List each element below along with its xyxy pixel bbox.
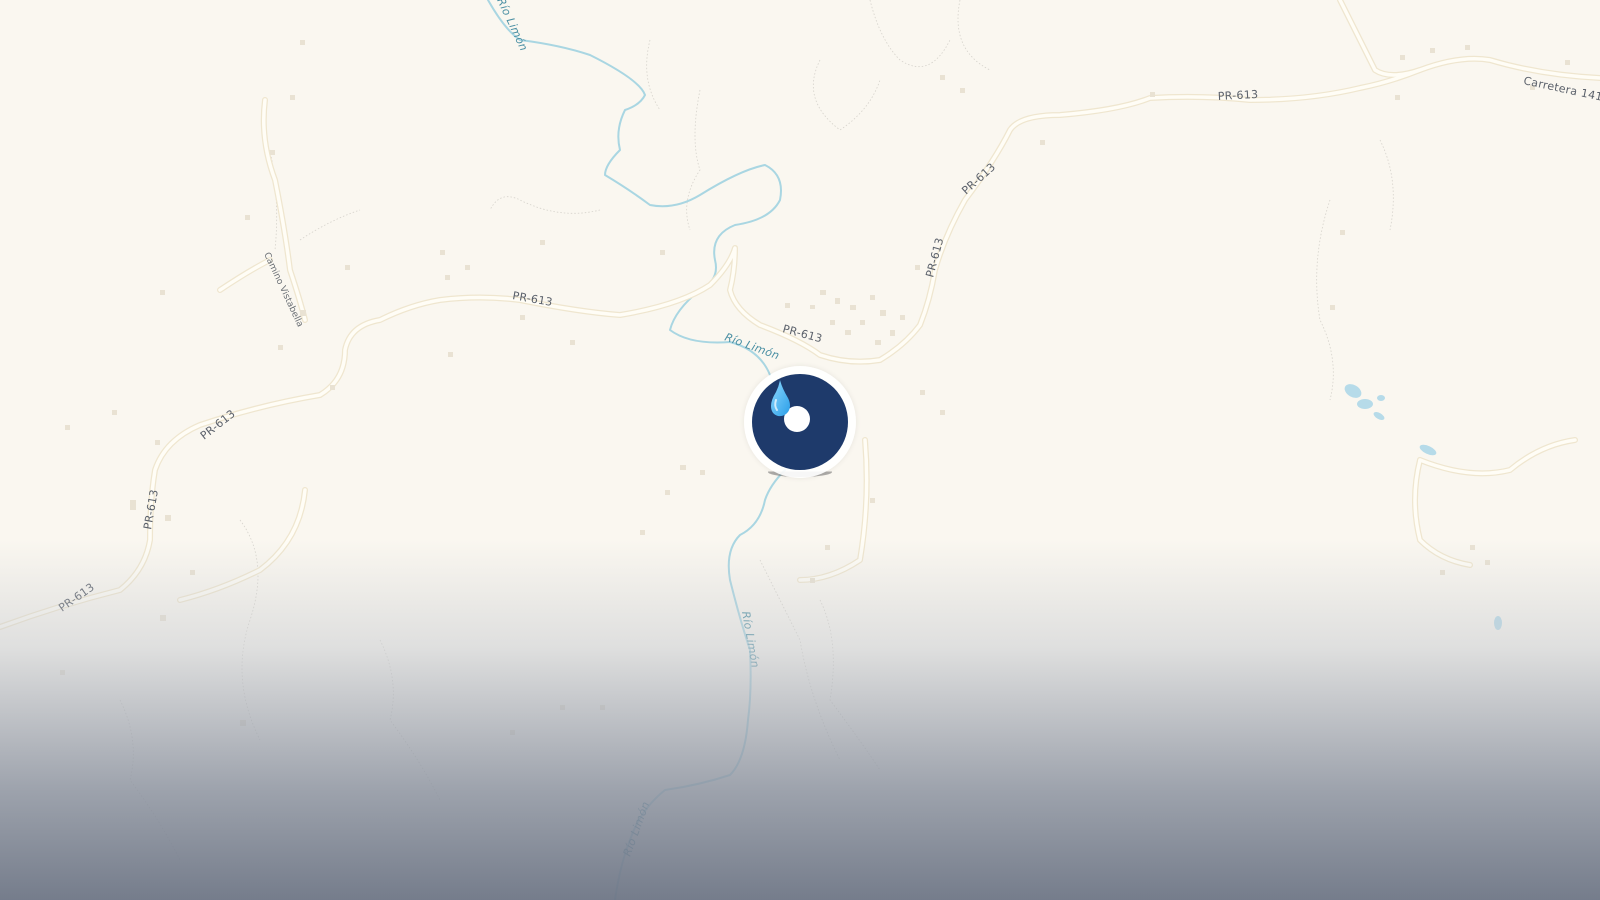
map-canvas[interactable]: PR-613 PR-613 PR-613 PR-613 PR-613 PR-61… bbox=[0, 0, 1600, 900]
water-drop-icon bbox=[771, 380, 790, 417]
road-label-pr613-east: PR-613 bbox=[1217, 88, 1258, 103]
location-marker[interactable] bbox=[744, 366, 856, 478]
